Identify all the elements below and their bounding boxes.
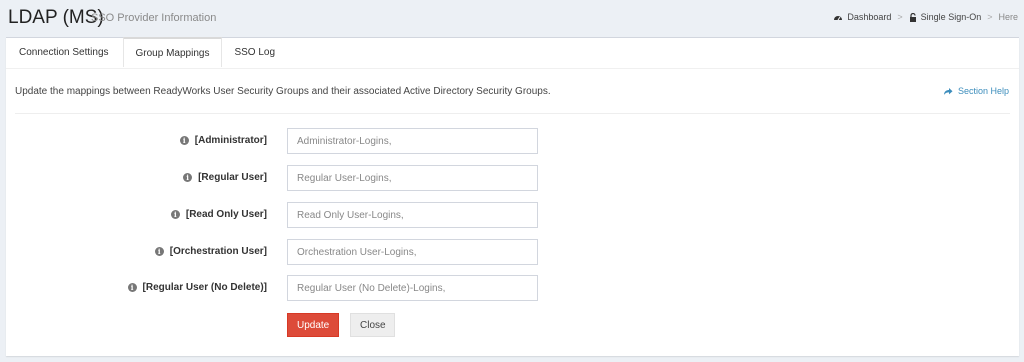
administrator-groups-input[interactable] [287,128,538,154]
mapping-row-orchestration-user: i [Orchestration User] [6,239,1019,267]
breadcrumb-current: Here [998,12,1018,22]
breadcrumb: Dashboard > Single Sign-On > Here [833,12,1018,22]
regular-user-no-delete-groups-input[interactable] [287,275,538,301]
breadcrumb-label: Dashboard [847,12,892,22]
mapping-row-regular-user-no-delete: i [Regular User (No Delete)] [6,275,1019,303]
section-help-label: Section Help [957,86,1009,96]
share-icon [943,87,953,95]
mapping-row-read-only-user: i [Read Only User] [6,202,1019,230]
mapping-label-text: [Orchestration User] [169,246,267,257]
breadcrumb-label: Single Sign-On [920,12,982,22]
breadcrumb-separator: > [987,12,993,22]
info-icon[interactable]: i [183,173,193,182]
info-icon[interactable]: i [179,136,189,145]
mapping-label: i [Read Only User] [170,209,267,220]
mapping-label-text: [Read Only User] [185,209,267,220]
tab-panel: Connection Settings Group Mappings SSO L… [6,37,1019,356]
orchestration-user-groups-input[interactable] [287,239,538,265]
info-icon[interactable]: i [154,247,164,256]
dashboard-icon [834,16,843,21]
read-only-user-groups-input[interactable] [287,202,538,228]
info-icon[interactable]: i [127,283,137,292]
mapping-label: i [Regular User] [183,172,267,183]
tab-sso-log[interactable]: SSO Log [222,38,287,68]
divider [15,113,1010,114]
mapping-label-text: [Administrator] [194,135,267,146]
mapping-label: i [Orchestration User] [154,246,267,257]
mapping-label: i [Regular User (No Delete)] [127,282,267,293]
regular-user-groups-input[interactable] [287,165,538,191]
info-icon[interactable]: i [170,210,180,219]
mapping-label: i [Administrator] [179,135,267,146]
unlock-icon [909,12,916,22]
breadcrumb-separator: > [897,12,903,22]
mapping-label-text: [Regular User] [198,172,267,183]
update-button[interactable]: Update [287,313,339,337]
breadcrumb-dashboard[interactable]: Dashboard [833,12,891,22]
section-description: Update the mappings between ReadyWorks U… [15,86,551,97]
mapping-label-text: [Regular User (No Delete)] [142,282,267,293]
content-header: LDAP (MS) SSO Provider Information Dashb… [0,0,1024,36]
tab-bar: Connection Settings Group Mappings SSO L… [6,37,1019,69]
breadcrumb-single-sign-on[interactable]: Single Sign-On [909,12,982,22]
page-subtitle: SSO Provider Information [91,12,217,24]
tab-connection-settings[interactable]: Connection Settings [6,38,123,68]
page-title: LDAP (MS) [8,7,104,28]
section-help-link[interactable]: Section Help [943,86,1009,96]
mapping-row-administrator: i [Administrator] [6,128,1019,156]
mapping-row-regular-user: i [Regular User] [6,165,1019,193]
tab-group-mappings[interactable]: Group Mappings [122,37,223,67]
close-button[interactable]: Close [350,313,395,337]
